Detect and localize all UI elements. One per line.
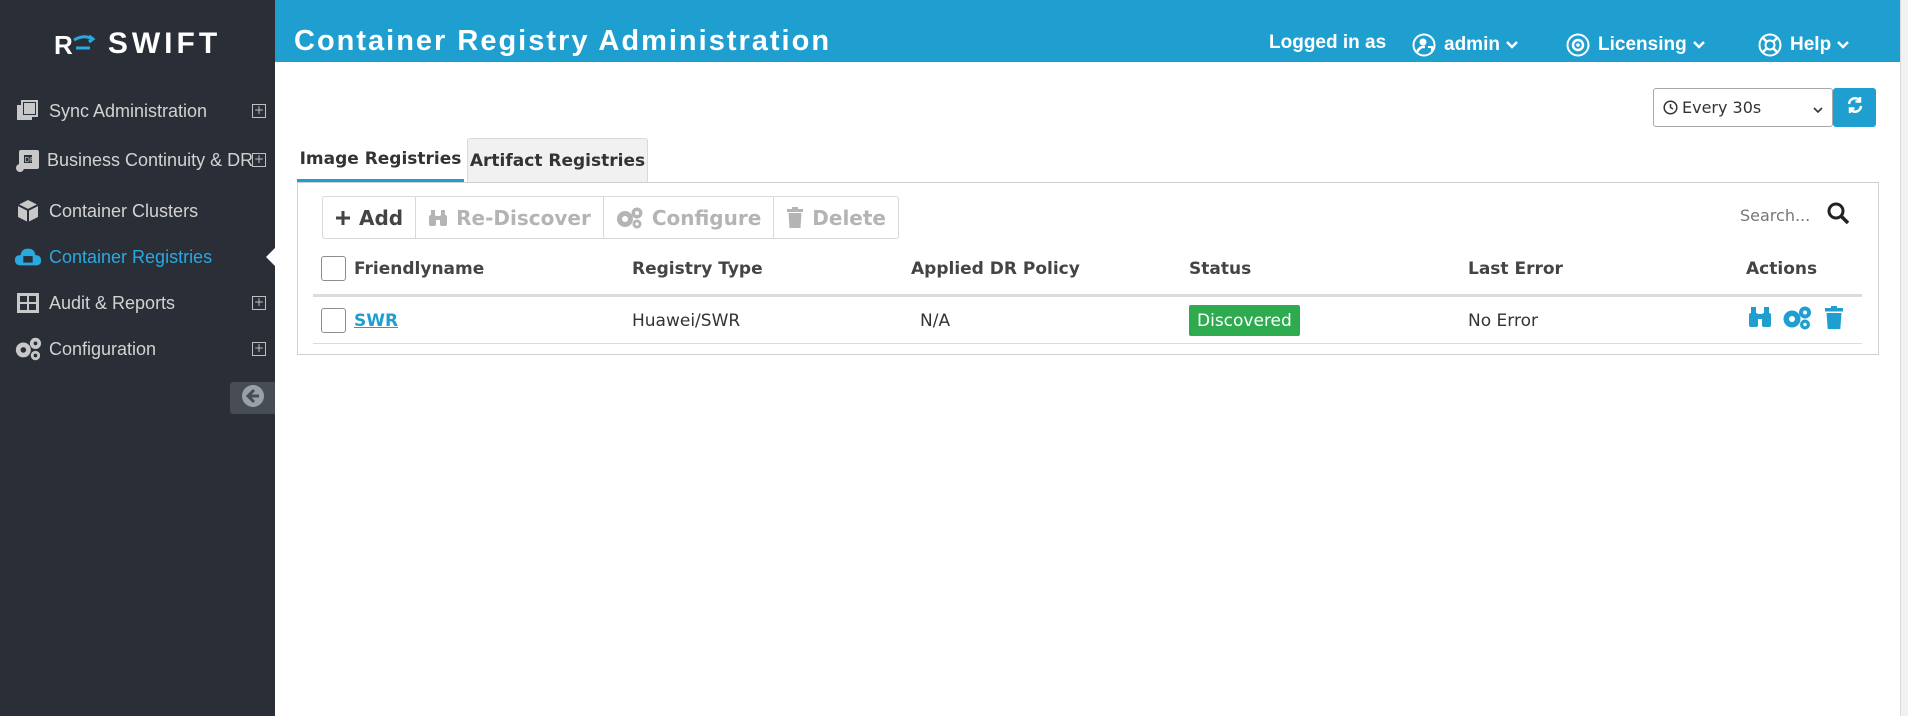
column-header-friendlyname[interactable]: Friendlyname <box>354 259 484 279</box>
status-badge: Discovered <box>1189 305 1300 336</box>
sidebar-item-label: Container Clusters <box>49 200 199 221</box>
table-toolbar: Add Re-Discover Configure Delete <box>322 196 899 239</box>
search-icon[interactable] <box>1826 201 1850 230</box>
sidebar-item-label: Audit & Reports <box>49 292 176 313</box>
app-logo[interactable]: R SWIFT <box>0 24 275 64</box>
user-menu[interactable]: admin <box>1412 33 1518 57</box>
window-scrollbar[interactable] <box>1900 0 1908 716</box>
gears-icon <box>616 207 644 229</box>
column-header-registry-type[interactable]: Registry Type <box>632 259 763 279</box>
sidebar-item-container-registries[interactable]: Container Registries <box>0 237 275 277</box>
configure-label: Configure <box>651 205 762 230</box>
cloud-icon <box>14 243 42 271</box>
chevron-down-icon <box>1692 34 1705 56</box>
sidebar-item-business-continuity[interactable]: DR Business Continuity & DR + <box>0 140 275 180</box>
page-title: Container Registry Administration <box>294 25 832 57</box>
sidebar-item-label: Business Continuity & DR <box>47 149 254 170</box>
search-input[interactable] <box>1740 205 1822 225</box>
row-checkbox[interactable] <box>321 308 346 333</box>
refresh-interval-value: Every 30s <box>1682 98 1762 117</box>
svg-text:R: R <box>54 31 77 57</box>
help-label: Help <box>1790 34 1832 55</box>
sidebar-item-container-clusters[interactable]: Container Clusters <box>0 191 275 231</box>
search-box <box>1740 200 1865 230</box>
plus-icon <box>335 210 351 226</box>
user-name: admin <box>1444 34 1500 55</box>
rediscover-label: Re-Discover <box>456 205 591 230</box>
refresh-icon <box>1846 96 1864 119</box>
clock-icon <box>1663 100 1678 115</box>
registry-name-link[interactable]: SWR <box>354 311 398 331</box>
licensing-menu[interactable]: Licensing <box>1566 33 1705 57</box>
delete-button[interactable]: Delete <box>774 197 898 238</box>
active-indicator <box>266 248 275 266</box>
gears-icon <box>14 335 42 363</box>
cube-icon <box>14 197 42 225</box>
sidebar-item-label: Configuration <box>49 338 157 359</box>
dr-scroll-icon: DR <box>14 146 42 174</box>
chevron-down-icon <box>1837 34 1850 56</box>
binoculars-icon <box>428 209 448 227</box>
dr-policy-cell: N/A <box>920 311 951 331</box>
refresh-button[interactable] <box>1833 88 1876 127</box>
column-header-actions: Actions <box>1746 259 1818 279</box>
refresh-interval-select[interactable]: Every 30s <box>1653 88 1833 127</box>
table-header-divider <box>313 294 1862 297</box>
add-button[interactable]: Add <box>323 197 417 238</box>
logged-in-text: Logged in as <box>1269 32 1387 53</box>
licensing-label: Licensing <box>1598 34 1687 55</box>
expand-icon[interactable]: + <box>252 296 266 310</box>
delete-row-trash-icon[interactable] <box>1824 306 1844 335</box>
column-header-applied-dr-policy[interactable]: Applied DR Policy <box>911 259 1080 279</box>
table-row-divider <box>313 343 1862 344</box>
column-header-last-error[interactable]: Last Error <box>1468 259 1563 279</box>
logo-text: SWIFT <box>107 27 222 60</box>
tab-artifact-registries[interactable]: Artifact Registries <box>467 138 648 182</box>
grid-icon <box>14 289 42 317</box>
logo-mark-icon: R <box>54 31 98 57</box>
last-error-cell: No Error <box>1468 311 1538 331</box>
column-header-status[interactable]: Status <box>1189 259 1251 279</box>
expand-icon[interactable]: + <box>252 342 266 356</box>
trash-icon <box>786 206 804 229</box>
configure-button[interactable]: Configure <box>604 197 775 238</box>
sidebar-item-label: Container Registries <box>49 246 213 267</box>
delete-label: Delete <box>812 205 886 230</box>
collapse-sidebar-button[interactable] <box>230 382 275 414</box>
rediscover-button[interactable]: Re-Discover <box>416 197 604 238</box>
life-ring-icon <box>1758 33 1782 57</box>
top-header: Container Registry Administration Logged… <box>275 0 1900 62</box>
sidebar-item-audit-reports[interactable]: Audit & Reports + <box>0 283 275 323</box>
tab-image-registries[interactable]: Image Registries <box>297 138 464 182</box>
help-menu[interactable]: Help <box>1758 33 1850 57</box>
svg-text:DR: DR <box>25 156 35 164</box>
sidebar-item-sync-administration[interactable]: Sync Administration + <box>0 91 275 131</box>
add-label: Add <box>359 205 404 230</box>
logged-in-label: Logged in as <box>1269 32 1386 54</box>
license-gear-icon <box>1566 33 1590 57</box>
rediscover-row-binoculars-icon[interactable] <box>1748 306 1772 333</box>
registry-type-cell: Huawei/SWR <box>632 311 741 331</box>
select-all-checkbox[interactable] <box>321 256 346 281</box>
sidebar: R SWIFT Sync Administration + DR Busines… <box>0 0 275 716</box>
expand-icon[interactable]: + <box>252 153 266 167</box>
configure-row-gears-icon[interactable] <box>1782 306 1812 335</box>
sidebar-item-configuration[interactable]: Configuration + <box>0 329 275 369</box>
arrow-left-circle-icon <box>241 384 265 413</box>
copy-icon <box>14 97 42 125</box>
expand-icon[interactable]: + <box>252 104 266 118</box>
sidebar-item-label: Sync Administration <box>49 100 208 121</box>
user-circle-icon <box>1412 33 1436 57</box>
chevron-down-icon <box>1812 101 1824 120</box>
chevron-down-icon <box>1506 34 1518 56</box>
